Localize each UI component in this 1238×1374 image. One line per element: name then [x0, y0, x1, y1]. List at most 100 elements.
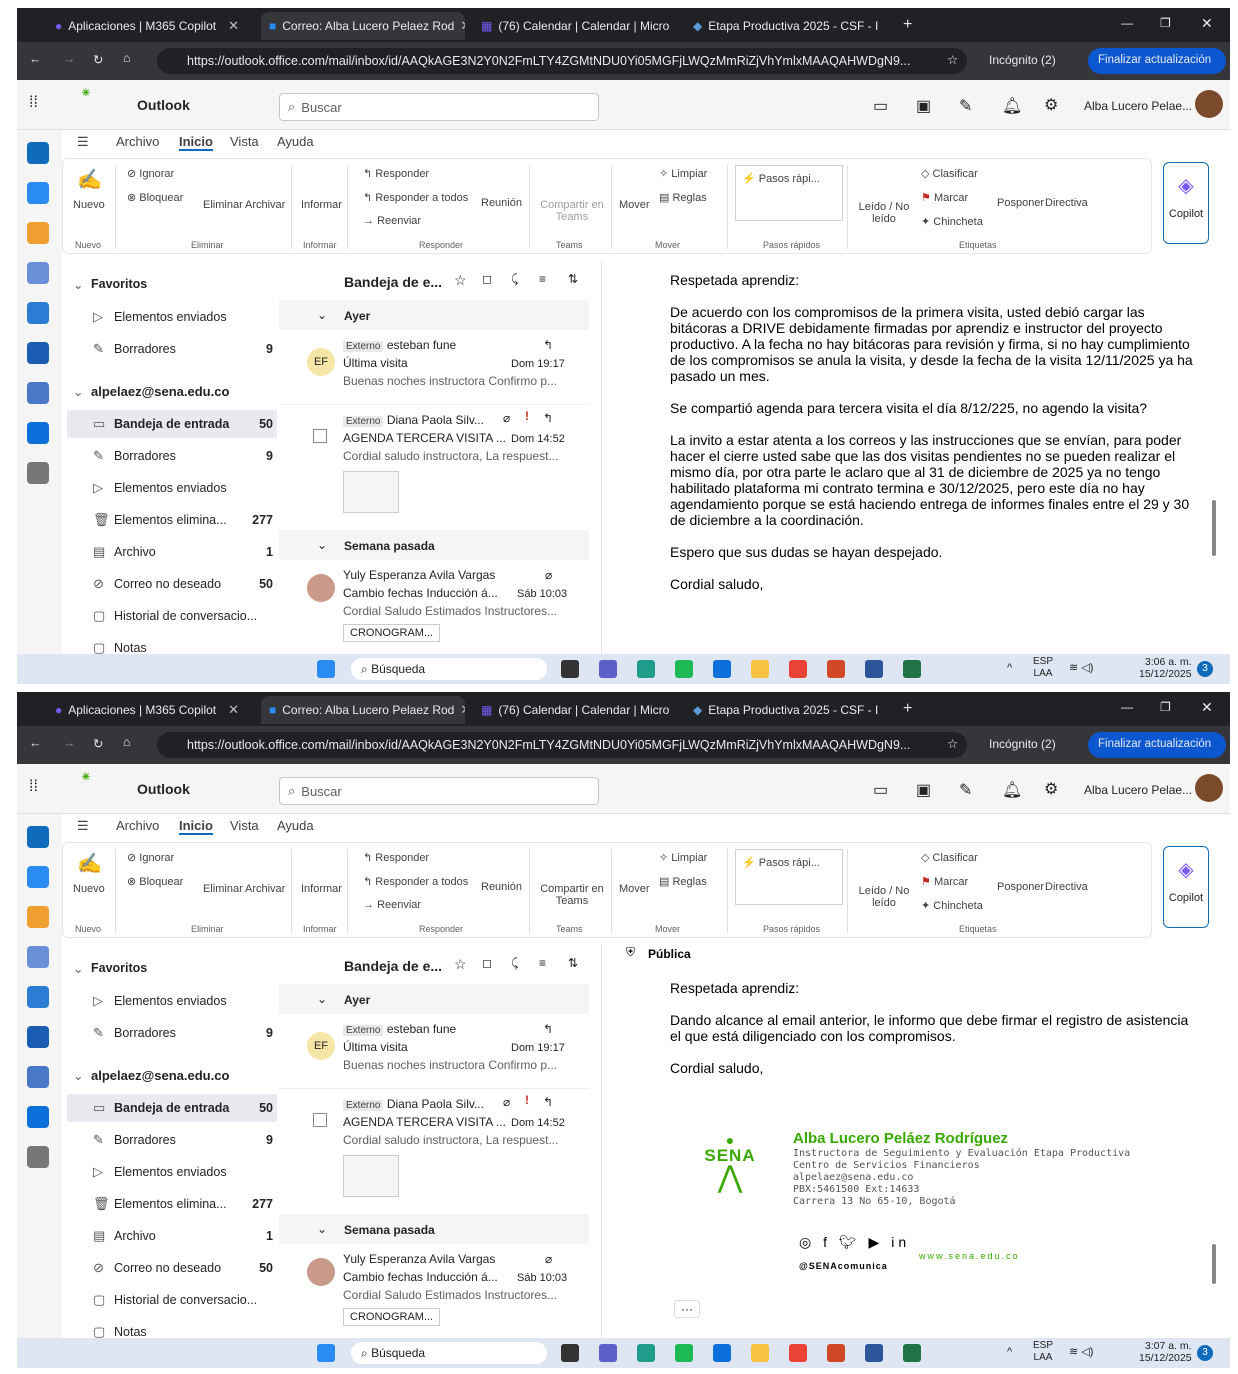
notes-icon[interactable]: ✎ [959, 780, 972, 800]
teams-icon[interactable]: ▣ [916, 96, 931, 116]
folder-inbox[interactable]: ▭ Bandeja de entrada 50 [67, 410, 277, 438]
explorer-icon[interactable] [751, 1344, 769, 1362]
calendar-icon[interactable] [27, 182, 49, 204]
account-header[interactable]: ⌄ alpelaez@sena.edu.co [67, 1061, 277, 1089]
files-icon[interactable] [27, 342, 49, 364]
folder-sent-fav[interactable]: ▷ Elementos enviados [67, 303, 277, 331]
ignore-button[interactable]: ⊘ Ignorar [127, 167, 174, 180]
minimize-icon[interactable]: — [1121, 16, 1133, 30]
new-tab-icon[interactable]: + [903, 16, 912, 34]
teams-icon[interactable] [599, 660, 617, 678]
forward-button[interactable]: → Reenviar [363, 899, 421, 911]
apps-icon[interactable] [27, 462, 49, 484]
spotify-icon[interactable] [675, 1344, 693, 1362]
close-icon[interactable]: ✕ [460, 702, 465, 718]
close-icon[interactable]: ✕ [884, 18, 885, 34]
home-icon[interactable]: ⌂ [123, 735, 131, 749]
policy-button[interactable]: Directiva [1045, 197, 1088, 209]
notification-badge[interactable]: 3 [1197, 1345, 1213, 1361]
folder-history[interactable]: ▢ Historial de conversacio... [67, 1286, 277, 1314]
onedrive-icon[interactable] [27, 1106, 49, 1128]
close-icon[interactable]: ✕ [884, 702, 885, 718]
org-icon[interactable] [27, 1066, 49, 1088]
folder-sent[interactable]: ▷ Elementos enviados [67, 474, 277, 502]
gear-icon[interactable]: ⚙ [1044, 95, 1058, 115]
reload-icon[interactable]: ↻ [93, 52, 103, 67]
folder-drafts[interactable]: ✎ Borradores 9 [67, 1126, 277, 1154]
back-icon[interactable]: ← [29, 736, 42, 750]
home-icon[interactable]: ⌂ [123, 51, 131, 65]
group-header[interactable]: ⌄ Semana pasada [279, 1214, 589, 1244]
chevron-up-icon[interactable]: ^ [1007, 1346, 1012, 1358]
task-view-icon[interactable] [561, 660, 579, 678]
tab-calendar[interactable]: ▦(76) Calendar | Calendar | Micro✕ [473, 696, 673, 724]
update-button[interactable]: Finalizar actualización [1088, 48, 1226, 74]
list-item[interactable]: EF Externo esteban fune ↰ Última visita … [279, 332, 589, 398]
people-icon[interactable] [27, 262, 49, 284]
onedrive-icon[interactable] [713, 1344, 731, 1362]
compose-icon[interactable]: ✍ [77, 851, 102, 876]
mail-icon[interactable] [27, 826, 49, 848]
pin-button[interactable]: ✦ Chincheta [921, 899, 983, 912]
hamburger-icon[interactable]: ☰ [77, 134, 89, 150]
sweep-button[interactable]: ✧ Limpiar [659, 851, 707, 864]
folder-junk[interactable]: ⊘ Correo no deseado 50 [67, 570, 277, 598]
ignore-button[interactable]: ⊘ Ignorar [127, 851, 174, 864]
task-view-icon[interactable] [561, 1344, 579, 1362]
excel-icon[interactable] [903, 660, 921, 678]
word-icon[interactable] [865, 660, 883, 678]
restore-icon[interactable]: ❐ [1160, 700, 1171, 714]
close-window-icon[interactable]: ✕ [1201, 699, 1213, 716]
edge-icon[interactable] [637, 1344, 655, 1362]
group-header[interactable]: ⌄ Semana pasada [279, 530, 589, 560]
flag-button[interactable]: ⚑ Marcar [921, 875, 968, 888]
folder-drafts-fav[interactable]: ✎ Borradores 9 [67, 335, 277, 363]
folder-deleted[interactable]: 🗑︎ Elementos elimina... 277 [67, 506, 277, 534]
folder-drafts[interactable]: ✎ Borradores 9 [67, 442, 277, 470]
sort-icon[interactable]: ⇅ [568, 272, 578, 286]
block-button[interactable]: ⊗ Bloquear [127, 875, 183, 888]
favorites-header[interactable]: ⌄ Favoritos [67, 954, 277, 982]
reply-all-button[interactable]: ↰ Responder a todos [363, 191, 468, 204]
attachment-chip[interactable]: CRONOGRAM... [343, 1308, 441, 1326]
clock[interactable]: 3:06 a. m. 15/12/2025 [1139, 656, 1192, 680]
gear-icon[interactable]: ⚙ [1044, 779, 1058, 799]
read-unread-button[interactable]: Leído / No leído [855, 201, 913, 225]
incognito-indicator[interactable]: Incógnito (2) [989, 53, 1056, 67]
move-button[interactable]: Mover [619, 199, 650, 211]
tab-correo[interactable]: ■Correo: Alba Lucero Pelaez Rod✕ [261, 12, 465, 40]
folder-history[interactable]: ▢ Historial de conversacio... [67, 602, 277, 630]
restore-icon[interactable]: ❐ [1160, 16, 1171, 30]
menu-vista[interactable]: Vista [230, 134, 259, 149]
archive-button[interactable]: Archivar [245, 883, 285, 895]
folder-deleted[interactable]: 🗑︎ Elementos elimina... 277 [67, 1190, 277, 1218]
todo-icon[interactable] [27, 302, 49, 324]
avatar[interactable] [1195, 774, 1223, 802]
teams-icon[interactable]: ▣ [916, 780, 931, 800]
windows-start-icon[interactable] [317, 660, 335, 678]
list-item[interactable]: Yuly Esperanza Avila Vargas ⌀ Cambio fec… [279, 564, 589, 654]
favorites-header[interactable]: ⌄ Favoritos [67, 270, 277, 298]
folder-inbox[interactable]: ▭ Bandeja de entrada 50 [67, 1094, 277, 1122]
new-button[interactable]: Nuevo [73, 199, 105, 211]
copilot-icon[interactable] [27, 906, 49, 928]
update-button[interactable]: Finalizar actualización [1088, 732, 1226, 758]
star-icon[interactable]: ☆ [947, 52, 958, 67]
policy-button[interactable]: Directiva [1045, 881, 1088, 893]
wifi-icon[interactable]: ≋ ◁) [1069, 661, 1093, 674]
tab-calendar[interactable]: ▦(76) Calendar | Calendar | Micro✕ [473, 12, 673, 40]
share-teams-button[interactable]: Compartir en Teams [537, 883, 607, 907]
folder-sent-fav[interactable]: ▷ Elementos enviados [67, 987, 277, 1015]
filter-icon[interactable]: ≡ [539, 272, 546, 286]
quick-steps-gallery[interactable]: ⚡ Pasos rápi... [735, 165, 843, 221]
menu-archivo[interactable]: Archivo [116, 818, 159, 833]
scrollbar[interactable] [1212, 1244, 1216, 1284]
forward-icon[interactable]: → [63, 736, 76, 750]
app-launcher-icon[interactable]: ⁞⁞ [29, 778, 38, 796]
notes-icon[interactable]: ✎ [959, 96, 972, 116]
wifi-icon[interactable]: ≋ ◁) [1069, 1345, 1093, 1358]
forward-button[interactable]: → Reenviar [363, 215, 421, 227]
folder-archive[interactable]: ▤ Archivo 1 [67, 538, 277, 566]
people-icon[interactable] [27, 946, 49, 968]
url-field[interactable]: https://outlook.office.com/mail/inbox/id… [157, 48, 967, 74]
